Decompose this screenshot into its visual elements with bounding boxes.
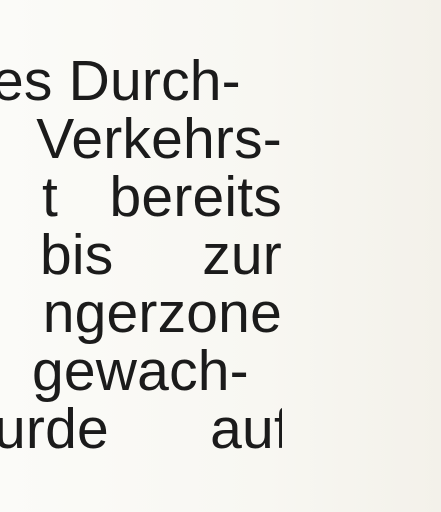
word: auf <box>210 397 282 461</box>
text-column: es Durch- Verkehrs- t bereits bis zur ng… <box>0 46 282 512</box>
word: urde <box>0 397 109 461</box>
scanned-page: es Durch- Verkehrs- t bereits bis zur ng… <box>0 0 441 512</box>
text-line-7: urde auf <box>0 394 282 464</box>
